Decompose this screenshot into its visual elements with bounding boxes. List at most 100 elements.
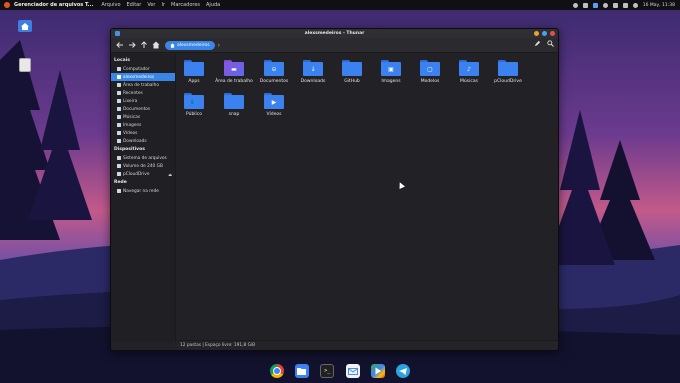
bluetooth-icon[interactable] <box>572 2 578 8</box>
path-next-icon[interactable]: › <box>218 42 220 49</box>
sidebar-item-label: Músicas <box>123 114 141 120</box>
menu-editar[interactable]: Editar <box>127 2 142 8</box>
sidebar-item-documentos[interactable]: Documentos <box>111 105 175 113</box>
folder-item-area-de-trabalho[interactable]: ▬ Área de trabalho <box>215 60 253 84</box>
sidebar-item-area-de-trabalho[interactable]: Área de trabalho <box>111 81 175 89</box>
parent-folder-button[interactable] <box>139 40 149 50</box>
folder-item-musicas[interactable]: ♪ Músicas <box>452 60 486 84</box>
drive-icon <box>117 164 121 168</box>
menu-ver[interactable]: Ver <box>147 2 155 8</box>
folder-item-videos[interactable]: ▶ Vídeos <box>257 93 291 117</box>
folder-item-snap[interactable]: snap <box>217 93 251 117</box>
sidebar-item-label: Downloads <box>123 138 147 144</box>
menu-marcadores[interactable]: Marcadores <box>171 2 200 8</box>
close-button[interactable] <box>550 31 555 36</box>
folder-item-modelos[interactable]: ▢ Modelos <box>413 60 447 84</box>
folder-name: GitHub <box>344 79 360 84</box>
folder-item-pclouddrive[interactable]: pCloudDrive <box>491 60 525 84</box>
edit-location-icon[interactable] <box>534 40 541 47</box>
folder-icon <box>117 123 121 127</box>
volume-icon[interactable] <box>612 2 618 8</box>
clock[interactable]: 16 May, 11:38 <box>643 3 675 8</box>
sidebar-item-home[interactable]: alexsmedeiros <box>111 73 175 81</box>
maximize-button[interactable] <box>542 31 547 36</box>
home-button[interactable] <box>151 40 161 50</box>
envelope-icon <box>347 367 358 375</box>
folder-item-downloads[interactable]: ↓ Downloads <box>296 60 330 84</box>
dock: >_ <box>264 361 416 381</box>
folder-name: Público <box>185 112 203 117</box>
folder-icon <box>224 93 244 109</box>
sidebar-item-videos[interactable]: Vídeos <box>111 129 175 137</box>
path-button-current[interactable]: alexsmedeiros <box>165 40 215 50</box>
home-icon <box>117 75 121 79</box>
sidebar-item-sistema-de-arquivos[interactable]: Sistema de arquivos <box>111 154 175 162</box>
forward-button[interactable] <box>127 40 137 50</box>
folder-item-documentos[interactable]: ⊝ Documentos <box>257 60 291 84</box>
sidebar-item-lixeira[interactable]: Lixeira <box>111 97 175 105</box>
folder-item-apps[interactable]: Apps <box>177 60 211 84</box>
videos-folder-icon: ▶ <box>264 93 284 109</box>
sidebar-item-pclouddrive[interactable]: pCloudDrive ⏏ <box>111 170 175 178</box>
folder-name: Downloads <box>300 79 326 84</box>
cloud-icon[interactable] <box>582 2 588 8</box>
sidebar-item-volume-240gb[interactable]: Volume de 240 GB <box>111 162 175 170</box>
sidebar-item-recentes[interactable]: Recentes <box>111 89 175 97</box>
eject-icon[interactable]: ⏏ <box>168 172 172 177</box>
menu-ajuda[interactable]: Ajuda <box>206 2 220 8</box>
window-controls <box>534 31 555 36</box>
path-button-label: alexsmedeiros <box>177 42 210 48</box>
minimize-button[interactable] <box>534 31 539 36</box>
folder-item-imagens[interactable]: ▣ Imagens <box>374 60 408 84</box>
play-store-icon[interactable] <box>370 364 385 378</box>
search-icon[interactable] <box>547 40 554 47</box>
drive-icon <box>117 156 121 160</box>
folder-icon <box>117 131 121 135</box>
status-bar: 12 pastas | Espaço livre: 191,8 GiB <box>176 340 558 350</box>
desktop-home-shortcut[interactable] <box>11 20 39 34</box>
folder-name: Vídeos <box>266 112 282 117</box>
terminal-icon[interactable]: >_ <box>320 364 335 378</box>
folder-name: pCloudDrive <box>494 79 522 84</box>
paper-plane-icon <box>399 367 408 375</box>
folder-name: Imagens <box>381 79 401 84</box>
arrow-left-icon <box>116 42 123 48</box>
top-panel: Gerenciador de arquivos T... Arquivo Edi… <box>0 0 680 10</box>
sidebar-item-downloads[interactable]: Downloads <box>111 137 175 145</box>
chrome-icon[interactable] <box>269 364 284 378</box>
window-titlebar[interactable]: alexsmedeiros - Thunar <box>111 29 558 38</box>
power-icon[interactable] <box>632 2 638 8</box>
sidebar-section-dispositivos: Dispositivos <box>114 147 145 152</box>
folder-icon <box>117 107 121 111</box>
sidebar-item-musicas[interactable]: Músicas <box>111 113 175 121</box>
battery-icon[interactable] <box>622 2 628 8</box>
active-app-title[interactable]: Gerenciador de arquivos T... <box>14 2 93 8</box>
file-view[interactable]: Apps ▬ Área de trabalho ⊝ Documentos ↓ D… <box>176 54 558 342</box>
desktop-trash-shortcut[interactable] <box>11 58 39 74</box>
sidebar-item-imagens[interactable]: Imagens <box>111 121 175 129</box>
menu-arquivo[interactable]: Arquivo <box>101 2 120 8</box>
sidebar-item-navegar-na-rede[interactable]: Navegar na rede <box>111 187 175 195</box>
dropbox-icon[interactable] <box>592 2 598 8</box>
folder-name: Área de trabalho <box>215 79 253 84</box>
back-button[interactable] <box>115 40 125 50</box>
sidebar-item-computador[interactable]: Computador <box>111 65 175 73</box>
window-content: Locais Computador alexsmedeiros Área de … <box>111 54 558 342</box>
folder-name: Músicas <box>460 79 478 84</box>
mail-icon[interactable] <box>345 364 360 378</box>
trash-icon <box>19 58 31 72</box>
folder-name: Apps <box>188 79 200 84</box>
pictures-folder-icon: ▣ <box>381 60 401 76</box>
home-folder-icon <box>18 20 32 32</box>
menu-ir[interactable]: Ir <box>161 2 165 8</box>
telegram-icon[interactable] <box>396 364 411 378</box>
files-app-icon[interactable] <box>294 364 309 378</box>
network-icon[interactable] <box>602 2 608 8</box>
folder-item-github[interactable]: GitHub <box>335 60 369 84</box>
sidebar-item-label: Computador <box>123 66 150 72</box>
recent-icon <box>117 91 121 95</box>
folder-icon <box>117 139 121 143</box>
app-menu-icon[interactable] <box>4 2 10 8</box>
sidebar-item-label: Documentos <box>123 106 151 112</box>
folder-item-publico[interactable]: 👥 Público <box>177 93 211 117</box>
